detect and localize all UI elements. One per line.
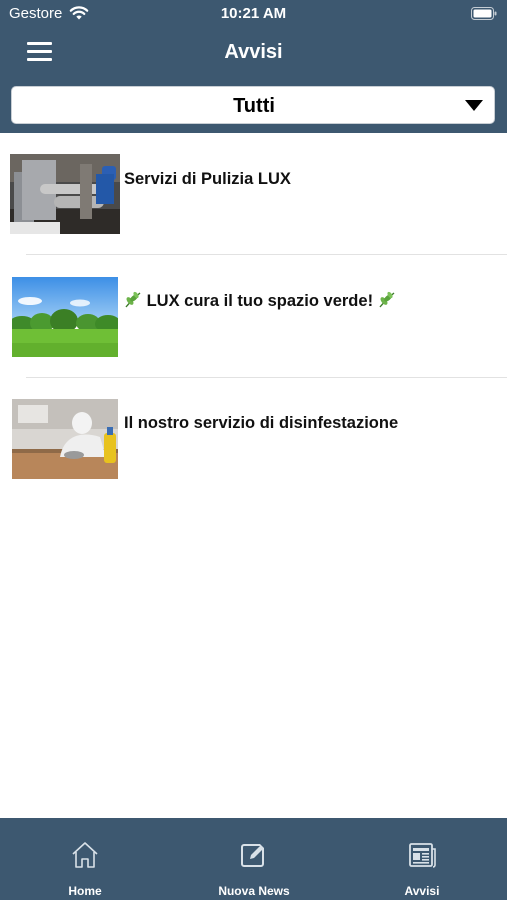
- tab-label: Home: [68, 884, 102, 898]
- herb-emoji: [125, 291, 141, 308]
- tab-label: Nuova News: [218, 884, 290, 898]
- tab-bar: Home Nuova News Avvisi: [0, 818, 507, 900]
- industrial-cleaning-photo: [10, 154, 120, 234]
- item-title-row: LUX cura il tuo spazio verde!: [124, 291, 396, 311]
- category-dropdown[interactable]: Tutti: [11, 86, 495, 124]
- list-item[interactable]: Servizi di Pulizia LUX: [0, 133, 507, 255]
- item-title: Il nostro servizio di disinfestazione: [124, 414, 399, 432]
- dropdown-selected-value: Tutti: [233, 95, 275, 117]
- home-icon: [72, 842, 98, 868]
- battery-icon: [471, 7, 497, 20]
- tab-label: Avvisi: [404, 884, 440, 898]
- item-title: LUX cura il tuo spazio verde!: [146, 292, 374, 310]
- status-time: 10:21 AM: [220, 5, 287, 22]
- item-title: Servizi di Pulizia LUX: [124, 170, 291, 188]
- herb-emoji: [379, 291, 395, 308]
- list-item[interactable]: LUX cura il tuo spazio verde!: [0, 255, 507, 377]
- green-lawn-photo: [12, 277, 118, 357]
- header: Gestore 10:21 AM Avvisi Tutti: [0, 0, 507, 133]
- compose-icon: [241, 843, 266, 867]
- tab-avvisi[interactable]: Avvisi: [357, 818, 487, 900]
- page-title: Avvisi: [224, 41, 283, 63]
- newspaper-icon: [409, 843, 436, 868]
- status-bar: Gestore 10:21 AM: [0, 0, 507, 28]
- tab-home[interactable]: Home: [20, 818, 150, 900]
- pest-control-photo: [12, 399, 118, 479]
- caret-down-icon: [465, 100, 483, 111]
- list-item[interactable]: Il nostro servizio di disinfestazione: [0, 377, 507, 499]
- tab-new-news[interactable]: Nuova News: [189, 818, 319, 900]
- nav-bar: Avvisi: [0, 28, 507, 80]
